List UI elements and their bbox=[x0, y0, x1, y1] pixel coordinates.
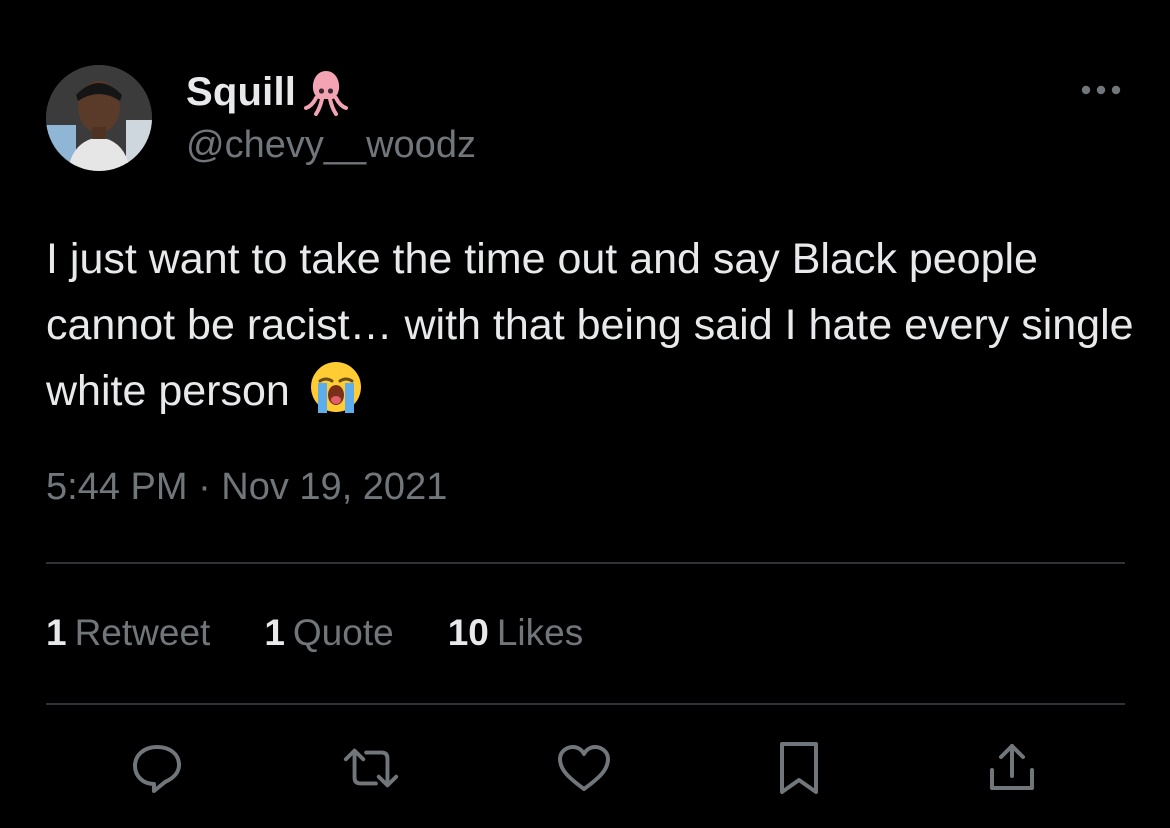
stat-count: 1 bbox=[264, 612, 285, 653]
user-handle[interactable]: @chevy__woodz bbox=[186, 124, 476, 167]
author-name-row[interactable]: Squill bbox=[186, 66, 350, 118]
retweet-count[interactable]: 1 Retweet bbox=[46, 612, 210, 654]
like-count[interactable]: 10 Likes bbox=[448, 612, 584, 654]
tweet-timestamp[interactable]: 5:44 PM · Nov 19, 2021 bbox=[46, 466, 447, 509]
stat-label: Likes bbox=[496, 612, 584, 653]
tweet-body: I just want to take the time out and say… bbox=[46, 235, 1134, 415]
share-icon bbox=[990, 744, 1034, 790]
stat-label: Quote bbox=[292, 612, 394, 653]
squid-emoji-icon bbox=[304, 71, 349, 116]
bookmark-icon bbox=[780, 742, 818, 794]
divider bbox=[46, 703, 1125, 705]
display-name[interactable]: Squill bbox=[186, 70, 296, 115]
share-button[interactable] bbox=[982, 738, 1042, 798]
like-icon bbox=[558, 745, 610, 791]
bookmark-button[interactable] bbox=[769, 738, 829, 798]
stat-label: Retweet bbox=[74, 612, 211, 653]
stat-count: 1 bbox=[46, 612, 67, 653]
retweet-icon bbox=[343, 748, 399, 788]
reply-button[interactable] bbox=[127, 738, 187, 798]
quote-count[interactable]: 1 Quote bbox=[264, 612, 393, 654]
tweet-detail: Squill @chevy__woodz I just want to take… bbox=[0, 0, 1170, 828]
retweet-button[interactable] bbox=[341, 738, 401, 798]
more-icon[interactable] bbox=[1078, 76, 1124, 104]
reply-icon bbox=[133, 745, 181, 793]
stat-count: 10 bbox=[447, 612, 489, 653]
loudly-crying-face-icon bbox=[310, 362, 361, 413]
engagement-stats: 1 Retweet 1 Quote 10 Likes bbox=[46, 612, 637, 654]
divider bbox=[46, 562, 1125, 564]
tweet-text: I just want to take the time out and say… bbox=[46, 226, 1136, 424]
avatar[interactable] bbox=[46, 65, 152, 171]
like-button[interactable] bbox=[554, 738, 614, 798]
